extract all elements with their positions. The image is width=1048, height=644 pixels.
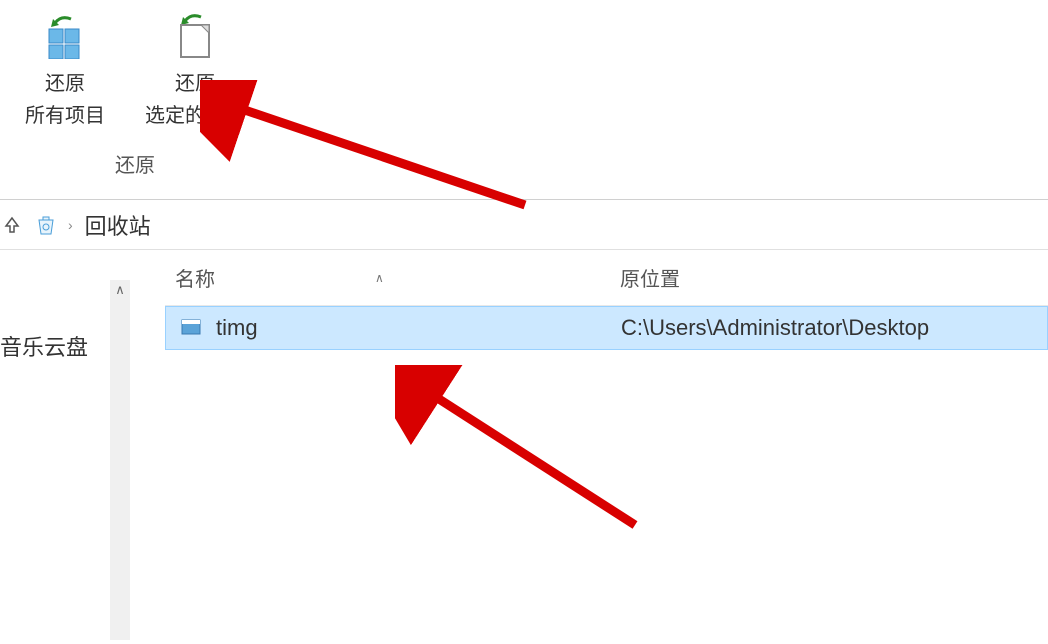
restore-selected-button[interactable]: 还原 选定的项目: [140, 5, 250, 137]
column-location-header[interactable]: 原位置: [620, 263, 1048, 292]
file-icon: [166, 317, 216, 339]
sort-arrow-icon: ∧: [375, 271, 384, 285]
restore-all-icon: [40, 10, 90, 60]
sidebar-item-cloud[interactable]: 音乐云盘: [0, 280, 165, 362]
column-name-header[interactable]: 名称 ∧: [165, 263, 620, 292]
recycle-bin-icon: [34, 213, 58, 237]
restore-all-button[interactable]: 还原 所有项目: [20, 5, 110, 137]
sidebar-scrollbar[interactable]: ∧: [110, 280, 130, 640]
location-text[interactable]: 回收站: [85, 209, 151, 241]
file-row[interactable]: timg C:\Users\Administrator\Desktop: [165, 306, 1048, 350]
scroll-up-icon[interactable]: ∧: [113, 280, 127, 300]
chevron-right-icon: ›: [68, 217, 73, 233]
columns-header: 名称 ∧ 原位置: [165, 250, 1048, 306]
restore-selected-icon: [170, 10, 220, 60]
nav-up-button[interactable]: [0, 213, 24, 237]
file-name: timg: [216, 315, 621, 341]
ribbon-group-label: 还原: [115, 149, 155, 178]
restore-selected-label: 还原 选定的项目: [145, 68, 245, 132]
restore-all-label: 还原 所有项目: [25, 68, 105, 132]
address-bar[interactable]: › 回收站: [0, 200, 1048, 250]
file-location: C:\Users\Administrator\Desktop: [621, 315, 1047, 341]
sidebar: 音乐云盘 ∧: [0, 250, 165, 644]
